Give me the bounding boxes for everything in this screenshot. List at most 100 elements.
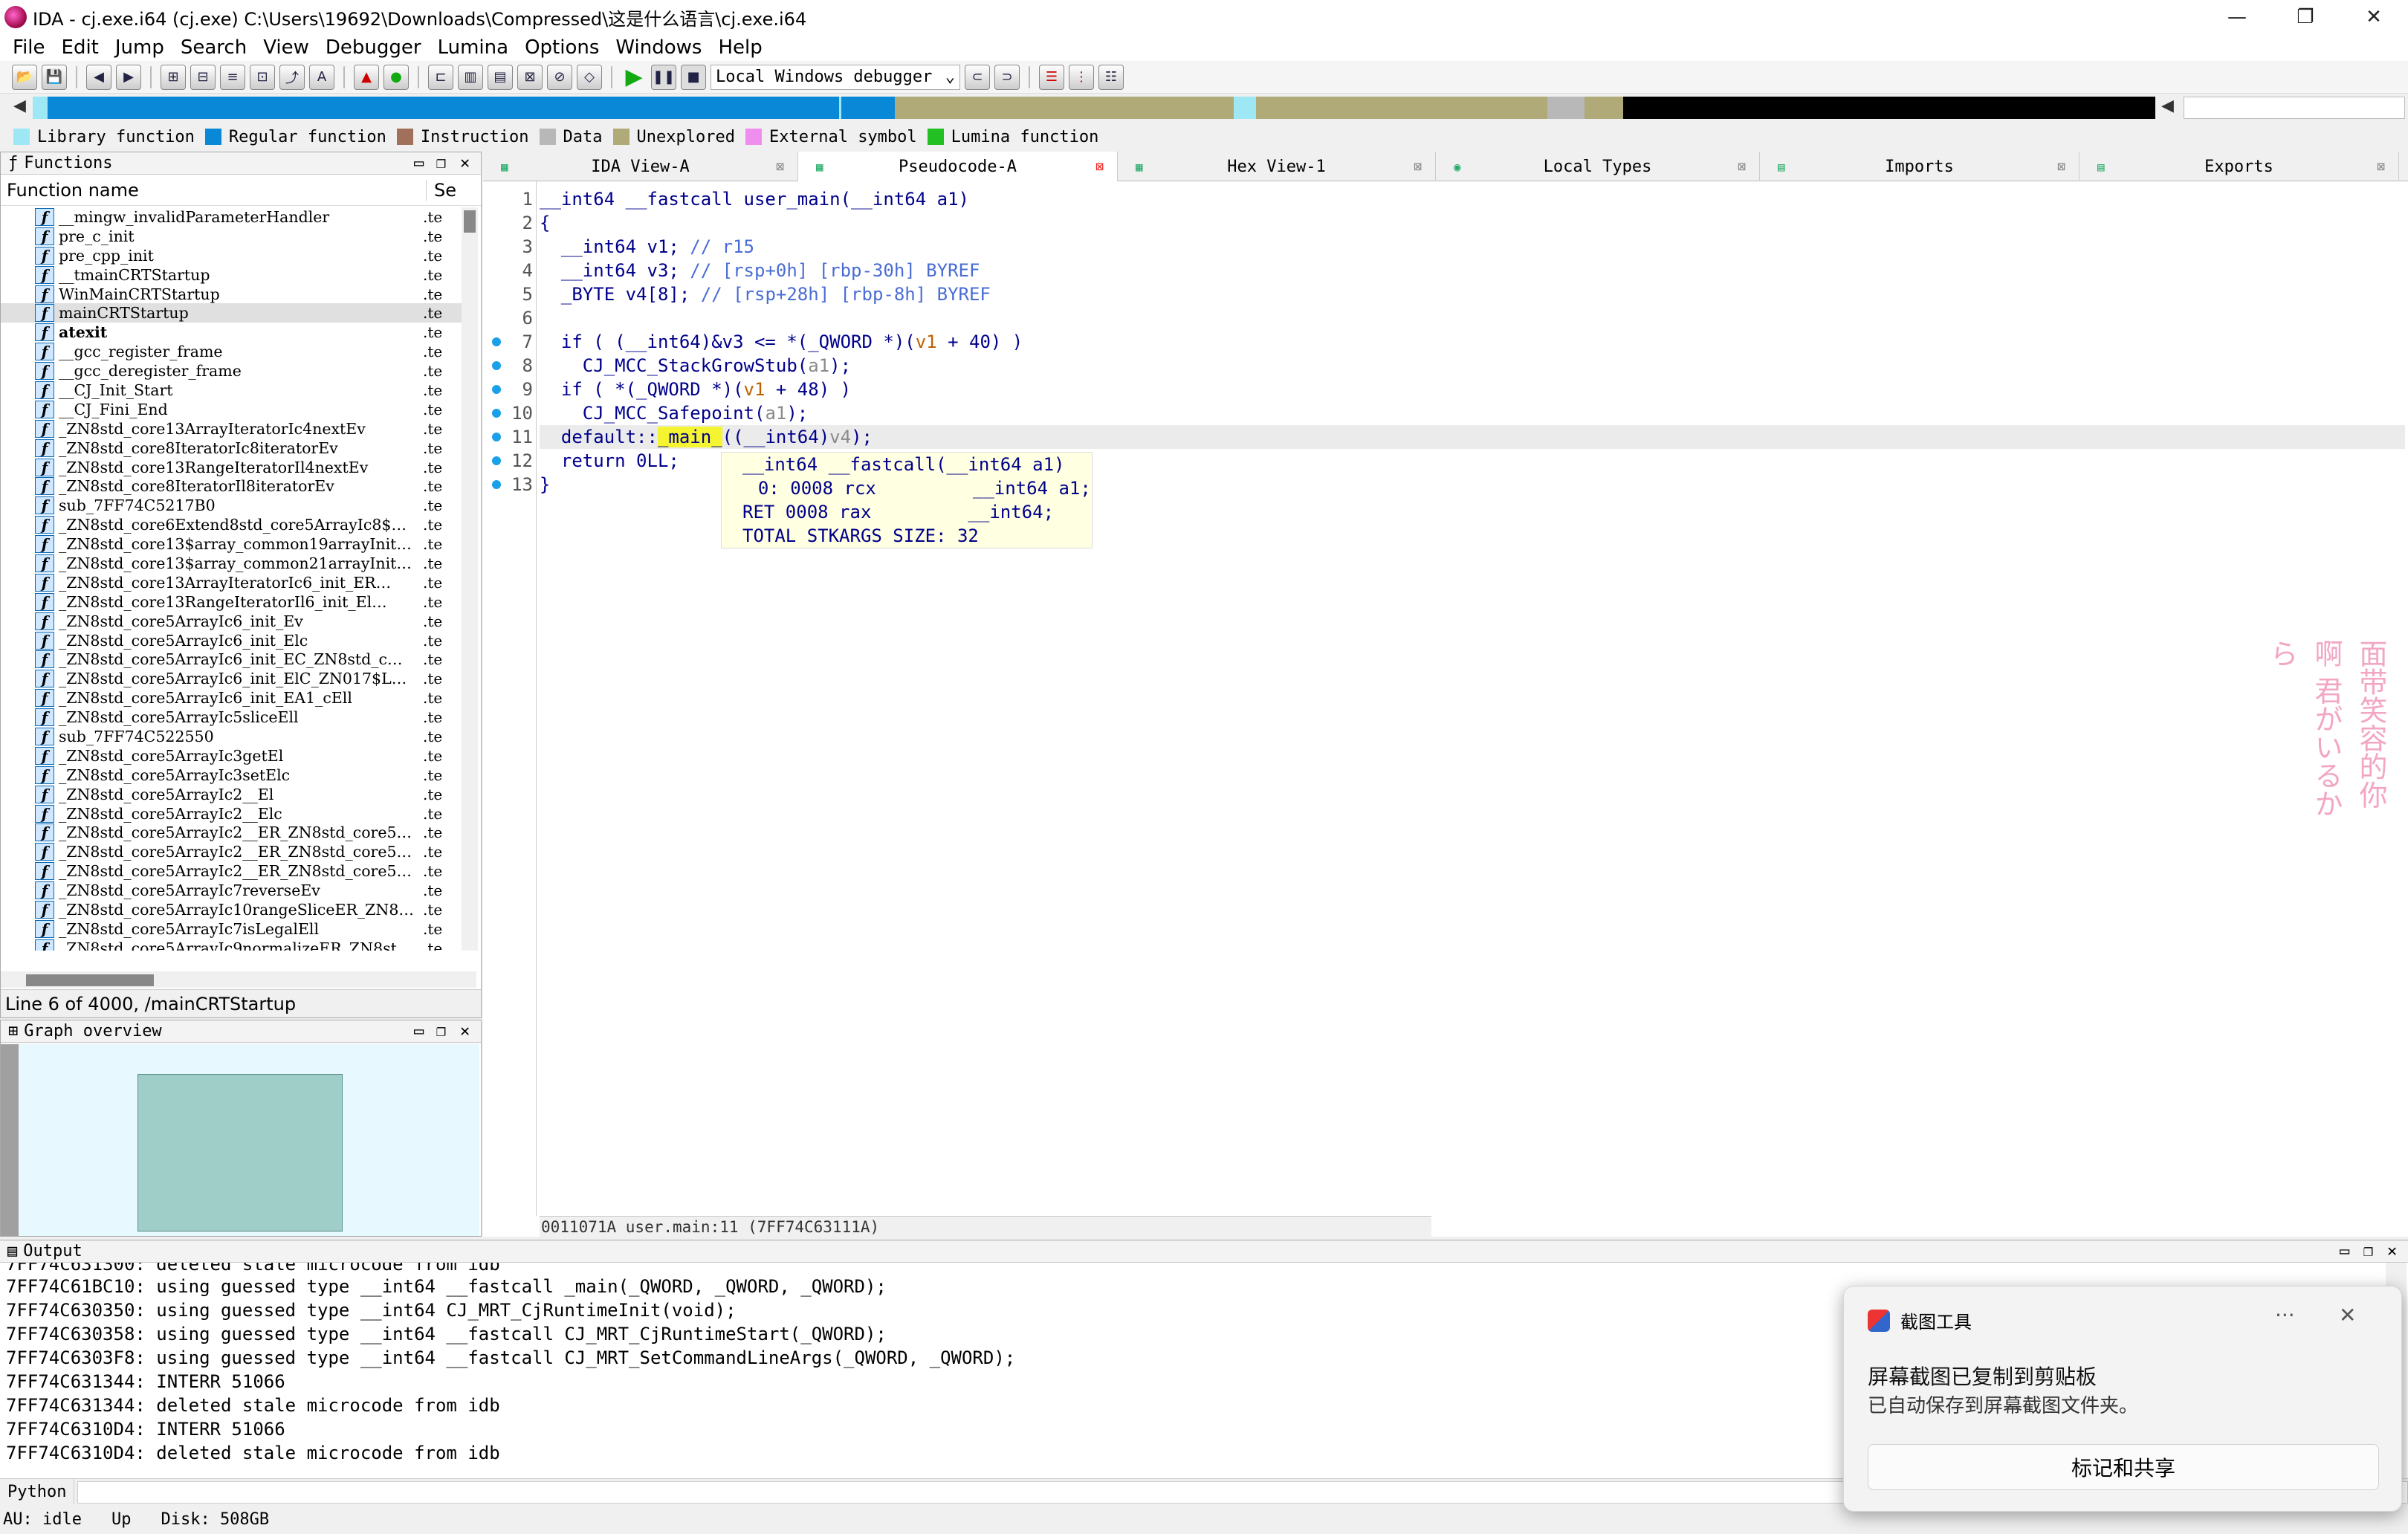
tab-close-icon[interactable]: ⊠ [2377, 159, 2385, 175]
pseudocode-text[interactable]: __int64 __fastcall user_main(__int64 a1)… [540, 181, 2405, 496]
menu-view[interactable]: View [255, 36, 317, 59]
function-list-item[interactable]: f _ZN8std_core5ArrayIc2__ER_ZN8std_core5…… [1, 823, 462, 843]
menu-file[interactable]: File [4, 36, 54, 59]
code-text[interactable]: + 48) ) [765, 379, 851, 400]
function-list-item[interactable]: f _ZN8std_core5ArrayIc5sliceEll .te [1, 708, 462, 727]
breakpoint-dot-icon[interactable] [492, 480, 501, 489]
lumina-icon[interactable]: ● [383, 64, 409, 90]
panel-restore-icon[interactable]: ▭ [2340, 1242, 2349, 1260]
code-line-4[interactable]: __int64 v3; // [rsp+0h] [rbp-30h] BYREF [540, 259, 2405, 282]
code-decl[interactable]: __int64 v1; [540, 236, 690, 257]
code-brace-close[interactable]: } [540, 474, 550, 495]
function-list-item[interactable]: f __gcc_deregister_frame .te [1, 361, 462, 381]
function-list-item[interactable]: f _ZN8std_core5ArrayIc6_init_Ev .te [1, 612, 462, 631]
function-list-item[interactable]: f _ZN8std_core5ArrayIc2__ER_ZN8std_core5…… [1, 861, 462, 881]
function-list-item[interactable]: f _ZN8std_core5ArrayIc6_init_EA1_cEll .te [1, 688, 462, 708]
pseudocode-view[interactable]: 1 2 3 4 5 6 7 8 9 10 11 12 13 __int64 __… [483, 181, 2408, 1237]
panel-restore-icon[interactable]: ▭ [414, 154, 424, 172]
maximize-button[interactable]: ❐ [2271, 0, 2340, 34]
tab-imports[interactable]: ▤ Imports ⊠ [1760, 152, 2080, 181]
script-language-button[interactable]: Python [0, 1479, 74, 1505]
attach-icon[interactable]: ⊂ [965, 64, 990, 90]
breakpoint-dot-icon[interactable] [492, 409, 501, 418]
menu-jump[interactable]: Jump [107, 36, 172, 59]
function-list-item[interactable]: f _ZN8std_core13RangeIteratorIl4nextEv .te [1, 458, 462, 477]
function-list-item[interactable]: f _ZN8std_core13$array_common21arrayInit…… [1, 554, 462, 573]
line-number-with-dot[interactable]: 13 [483, 473, 536, 496]
function-list-item[interactable]: f _ZN8std_core13ArrayIteratorIc6_init_ER…… [1, 573, 462, 592]
line-number-with-dot[interactable]: 7 [483, 330, 536, 354]
code-text[interactable]: if ( (__int64)&v3 <= *(_QWORD *)( [540, 331, 916, 352]
save-icon[interactable]: 💾 [42, 64, 67, 90]
code-line-6[interactable] [540, 306, 2405, 330]
code-line-2[interactable]: { [540, 211, 2405, 235]
breakpoint-dot-icon[interactable] [492, 385, 501, 394]
list-icon[interactable]: ☰ [1039, 64, 1064, 90]
snipping-tool-notification[interactable]: 截图工具 ··· ✕ 屏幕截图已复制到剪贴板 已自动保存到屏幕截图文件夹。 标记… [1843, 1286, 2402, 1512]
hex-code-icon[interactable]: ⊞ [161, 64, 186, 90]
code-var[interactable]: v1 [744, 379, 766, 400]
more-options-icon[interactable]: ··· [2275, 1303, 2295, 1327]
scroll-thumb[interactable] [464, 210, 476, 233]
scroll-thumb[interactable] [26, 974, 154, 986]
code-decl[interactable]: _BYTE v4[8]; [540, 284, 701, 305]
markup-share-button[interactable]: 标记和共享 [1868, 1444, 2379, 1490]
menu-debugger[interactable]: Debugger [317, 36, 430, 59]
function-list-item[interactable]: f __gcc_register_frame .te [1, 342, 462, 361]
code-highlighted-symbol[interactable]: _main_ [657, 427, 722, 447]
column-segment[interactable]: Se [426, 179, 456, 201]
tab-local-types[interactable]: ◉ Local Types ⊠ [1436, 152, 1760, 181]
breakpoint-dot-icon[interactable] [492, 361, 501, 370]
code-text[interactable]: ); [829, 355, 851, 376]
tab-exports[interactable]: ▤ Exports ⊠ [2080, 152, 2399, 181]
function-list-item[interactable]: f _ZN8std_core5ArrayIc7reverseEv .te [1, 881, 462, 900]
code-brace-open[interactable]: { [540, 213, 550, 233]
function-list-item[interactable]: f _ZN8std_core13RangeIteratorIl6_init_El…… [1, 592, 462, 612]
function-list-item[interactable]: f _ZN8std_core5ArrayIc7isLegalEll .te [1, 919, 462, 939]
breakpoint-icon[interactable]: ⊃ [994, 64, 1020, 90]
code-icon[interactable]: ⊏ [428, 64, 453, 90]
function-list-item[interactable]: f _ZN8std_core5ArrayIc6_init_EC_ZN8std_c…… [1, 650, 462, 669]
code-decl[interactable]: __int64 v3; [540, 260, 690, 281]
function-list-item[interactable]: f _ZN8std_core13ArrayIteratorIc4nextEv .te [1, 419, 462, 438]
tab-close-icon[interactable]: ⊠ [1738, 159, 1746, 175]
code-text[interactable]: ((__int64) [722, 427, 830, 447]
jump-icon[interactable]: ⤴ [279, 64, 305, 90]
code-text[interactable]: ); [786, 403, 808, 424]
line-number-with-dot[interactable]: 9 [483, 378, 536, 401]
code-line-7[interactable]: if ( (__int64)&v3 <= *(_QWORD *)(v1 + 40… [540, 330, 2405, 354]
pause-icon[interactable]: ❚❚ [651, 64, 676, 90]
menu-search[interactable]: Search [172, 36, 255, 59]
function-list-item[interactable]: f _ZN8std_core5ArrayIc2__ER_ZN8std_core5…… [1, 842, 462, 861]
panel-close-icon[interactable]: ✕ [2387, 1242, 2397, 1260]
menu-edit[interactable]: Edit [54, 36, 107, 59]
function-list-item[interactable]: f __mingw_invalidParameterHandler .te [1, 207, 462, 227]
code-text[interactable]: default:: [540, 427, 658, 447]
warning-icon[interactable]: ▲ [354, 64, 379, 90]
function-list-item[interactable]: f _ZN8std_core8IteratorIl8iteratorEv .te [1, 476, 462, 496]
nav-right-arrow-icon[interactable]: ◀ [2161, 97, 2174, 115]
function-list-item[interactable]: f _ZN8std_core8IteratorIc8iteratorEv .te [1, 438, 462, 458]
function-list-item[interactable]: f _ZN8std_core5ArrayIc10rangeSliceER_ZN8…… [1, 900, 462, 919]
tab-pseudocode-a[interactable]: ▦ Pseudocode-A ⊠ [798, 152, 1118, 181]
menu-options[interactable]: Options [517, 36, 607, 59]
back-icon[interactable]: ◀ [86, 64, 111, 90]
menu-lumina[interactable]: Lumina [430, 36, 517, 59]
function-list-item[interactable]: f _ZN8std_core5ArrayIc2__El .te [1, 785, 462, 804]
line-number-with-dot[interactable]: 10 [483, 401, 536, 425]
close-button[interactable]: ✕ [2340, 0, 2408, 34]
patch-icon[interactable]: ◇ [577, 64, 602, 90]
text-icon[interactable]: A [309, 64, 334, 90]
code-line-8[interactable]: CJ_MCC_StackGrowStub(a1); [540, 354, 2405, 378]
code-line-9[interactable]: if ( *(_QWORD *)(v1 + 48) ) [540, 378, 2405, 401]
code-line-1[interactable]: __int64 __fastcall user_main(__int64 a1) [540, 187, 2405, 211]
panel-close-icon[interactable]: ✕ [460, 154, 470, 172]
code-arg[interactable]: a1 [808, 355, 829, 376]
code-text[interactable]: ); [851, 427, 873, 447]
tab-close-icon[interactable]: ⊠ [2057, 159, 2065, 175]
tab-close-icon[interactable]: ⊠ [1095, 159, 1104, 175]
code-text[interactable]: if ( *(_QWORD *)( [540, 379, 744, 400]
code-arg[interactable]: a1 [765, 403, 786, 424]
code-line-11-current[interactable]: default:: _main_ ((__int64) v4); [540, 425, 2405, 449]
function-list-item[interactable]: f __CJ_Fini_End .te [1, 400, 462, 419]
